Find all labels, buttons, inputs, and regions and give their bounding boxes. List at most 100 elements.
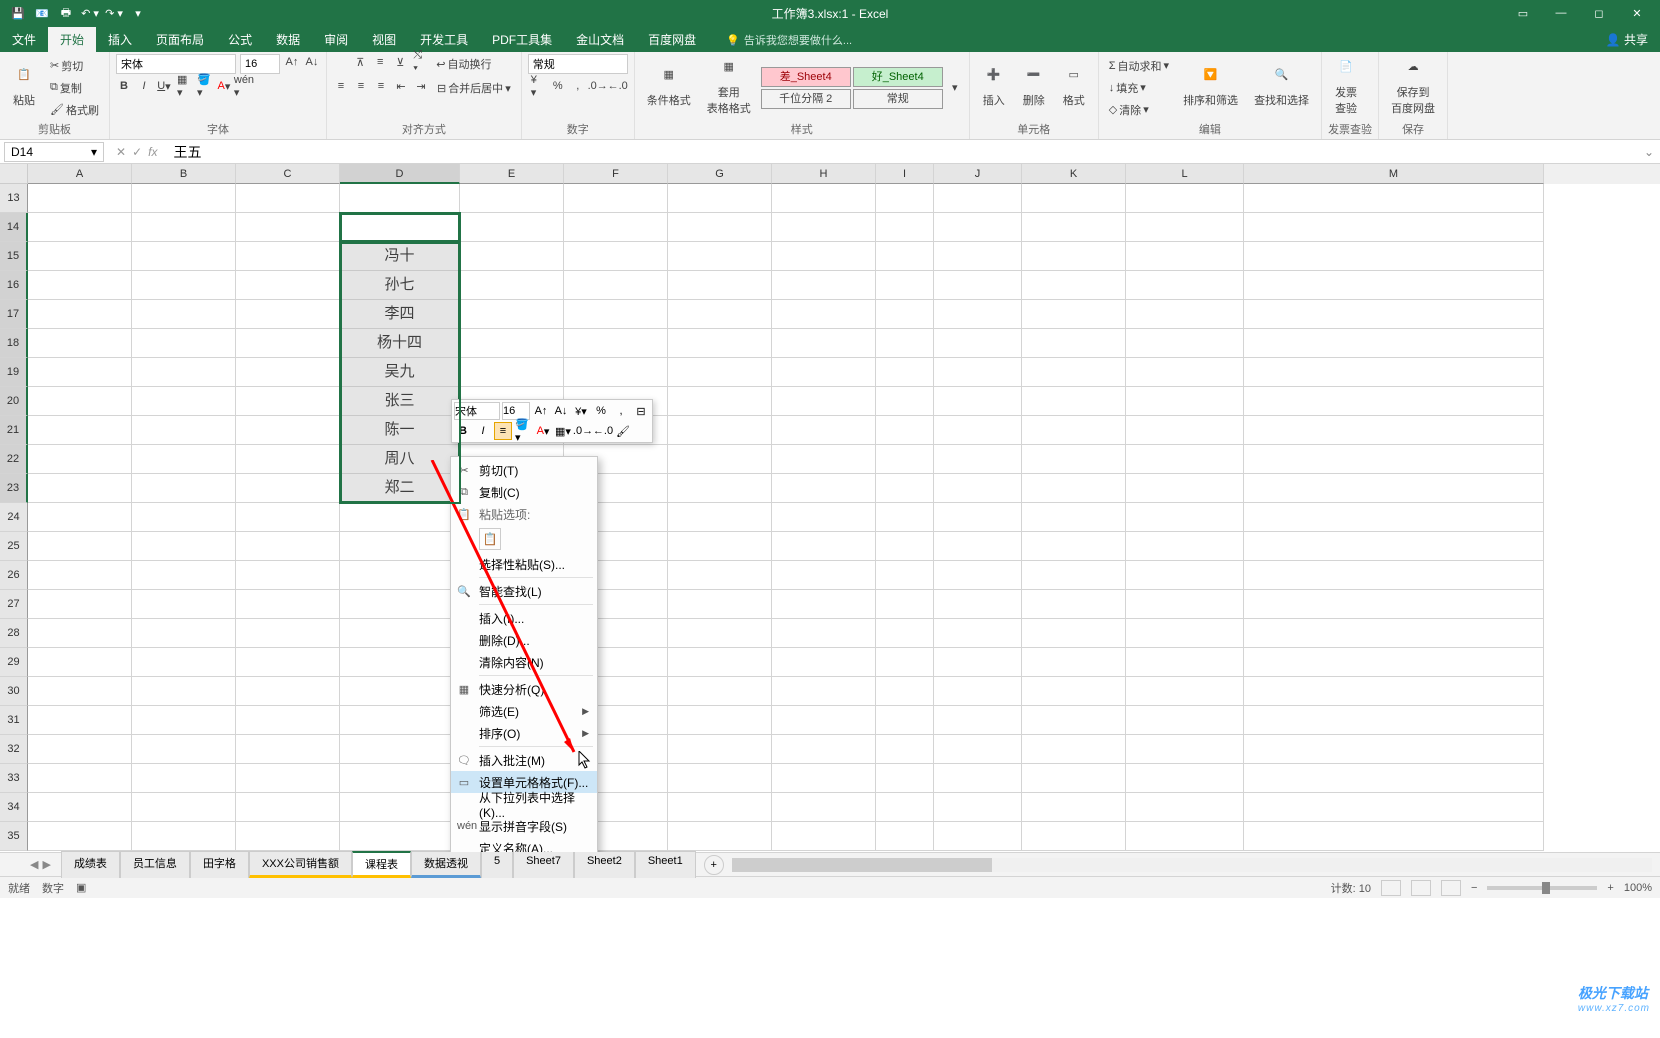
cell-G35[interactable]: [668, 822, 772, 851]
menu-item[interactable]: 🗨插入批注(M): [451, 749, 597, 771]
zoom-level[interactable]: 100%: [1624, 882, 1652, 894]
zoom-out-icon[interactable]: −: [1471, 882, 1477, 894]
cell-C34[interactable]: [236, 793, 340, 822]
cell-D13[interactable]: [340, 184, 460, 213]
cell-K19[interactable]: [1022, 358, 1126, 387]
cell-L34[interactable]: [1126, 793, 1244, 822]
cell-I26[interactable]: [876, 561, 934, 590]
cell-I32[interactable]: [876, 735, 934, 764]
column-header-G[interactable]: G: [668, 164, 772, 184]
cell-I35[interactable]: [876, 822, 934, 851]
cell-I20[interactable]: [876, 387, 934, 416]
cell-C17[interactable]: [236, 300, 340, 329]
column-header-L[interactable]: L: [1126, 164, 1244, 184]
row-header-17[interactable]: 17: [0, 300, 28, 329]
fill-color-icon[interactable]: 🪣▾: [514, 422, 532, 440]
menu-item[interactable]: 从下拉列表中选择(K)...: [451, 793, 597, 815]
redo-icon[interactable]: ↷ ▾: [104, 3, 124, 23]
cell-L21[interactable]: [1126, 416, 1244, 445]
cell-M27[interactable]: [1244, 590, 1544, 619]
cell-A25[interactable]: [28, 532, 132, 561]
cell-I29[interactable]: [876, 648, 934, 677]
cell-C20[interactable]: [236, 387, 340, 416]
cell-L22[interactable]: [1126, 445, 1244, 474]
column-header-B[interactable]: B: [132, 164, 236, 184]
cell-A35[interactable]: [28, 822, 132, 851]
cell-B19[interactable]: [132, 358, 236, 387]
cell-J31[interactable]: [934, 706, 1022, 735]
spreadsheet-grid[interactable]: ABCDEFGHIJKLM 1314王五15冯十16孙七17李四18杨十四19吴…: [0, 164, 1660, 852]
ribbon-options-icon[interactable]: ▭: [1508, 3, 1538, 23]
cell-C13[interactable]: [236, 184, 340, 213]
cell-L35[interactable]: [1126, 822, 1244, 851]
cell-G17[interactable]: [668, 300, 772, 329]
cell-C26[interactable]: [236, 561, 340, 590]
cell-H22[interactable]: [772, 445, 876, 474]
cell-B27[interactable]: [132, 590, 236, 619]
cell-K34[interactable]: [1022, 793, 1126, 822]
tab-formulas[interactable]: 公式: [216, 27, 264, 52]
cell-A14[interactable]: [28, 213, 132, 242]
cell-A33[interactable]: [28, 764, 132, 793]
menu-item[interactable]: 定义名称(A)...: [451, 837, 597, 852]
cell-H35[interactable]: [772, 822, 876, 851]
cell-K24[interactable]: [1022, 503, 1126, 532]
cell-M29[interactable]: [1244, 648, 1544, 677]
cell-C19[interactable]: [236, 358, 340, 387]
cell-D24[interactable]: [340, 503, 460, 532]
cell-G16[interactable]: [668, 271, 772, 300]
cell-J25[interactable]: [934, 532, 1022, 561]
decrease-font-icon[interactable]: A↓: [304, 54, 320, 70]
column-header-K[interactable]: K: [1022, 164, 1126, 184]
cell-C21[interactable]: [236, 416, 340, 445]
cell-G26[interactable]: [668, 561, 772, 590]
cell-M23[interactable]: [1244, 474, 1544, 503]
cell-J24[interactable]: [934, 503, 1022, 532]
row-header-13[interactable]: 13: [0, 184, 28, 213]
cell-K13[interactable]: [1022, 184, 1126, 213]
cell-K23[interactable]: [1022, 474, 1126, 503]
sheet-tab[interactable]: 员工信息: [120, 851, 190, 878]
cell-C16[interactable]: [236, 271, 340, 300]
qat-customize-icon[interactable]: ▾: [128, 3, 148, 23]
align-middle-icon[interactable]: ≡: [372, 54, 388, 70]
align-center-icon[interactable]: ≡: [353, 78, 369, 94]
cell-C29[interactable]: [236, 648, 340, 677]
table-format-button[interactable]: ▦套用 表格格式: [701, 58, 757, 118]
cell-C27[interactable]: [236, 590, 340, 619]
cell-K26[interactable]: [1022, 561, 1126, 590]
cell-D22[interactable]: 周八: [340, 445, 460, 474]
cell-D35[interactable]: [340, 822, 460, 851]
cell-H16[interactable]: [772, 271, 876, 300]
cell-L24[interactable]: [1126, 503, 1244, 532]
zoom-slider[interactable]: [1487, 886, 1597, 890]
menu-item[interactable]: 清除内容(N): [451, 651, 597, 673]
cell-M20[interactable]: [1244, 387, 1544, 416]
cell-G29[interactable]: [668, 648, 772, 677]
cell-I25[interactable]: [876, 532, 934, 561]
cell-A16[interactable]: [28, 271, 132, 300]
row-header-18[interactable]: 18: [0, 329, 28, 358]
cell-K31[interactable]: [1022, 706, 1126, 735]
cell-G18[interactable]: [668, 329, 772, 358]
tell-me-search[interactable]: 💡 告诉我您想要做什么...: [718, 28, 860, 52]
row-header-32[interactable]: 32: [0, 735, 28, 764]
currency-icon[interactable]: ¥ ▾: [530, 78, 546, 94]
cell-H23[interactable]: [772, 474, 876, 503]
cell-I13[interactable]: [876, 184, 934, 213]
phonetic-icon[interactable]: wén ▾: [236, 78, 252, 94]
copy-button[interactable]: ⧉复制: [46, 78, 103, 98]
align-top-icon[interactable]: ⊼: [352, 54, 368, 70]
cell-G24[interactable]: [668, 503, 772, 532]
cell-A19[interactable]: [28, 358, 132, 387]
cell-B13[interactable]: [132, 184, 236, 213]
paste-option-default[interactable]: 📋: [479, 528, 501, 550]
cell-D16[interactable]: 孙七: [340, 271, 460, 300]
clear-button[interactable]: ◇清除 ▾: [1105, 100, 1173, 120]
cell-I24[interactable]: [876, 503, 934, 532]
cell-G20[interactable]: [668, 387, 772, 416]
tab-pagelayout[interactable]: 页面布局: [144, 27, 216, 52]
cell-B22[interactable]: [132, 445, 236, 474]
comma-icon[interactable]: ,: [570, 78, 586, 94]
cell-D23[interactable]: 郑二: [340, 474, 460, 503]
